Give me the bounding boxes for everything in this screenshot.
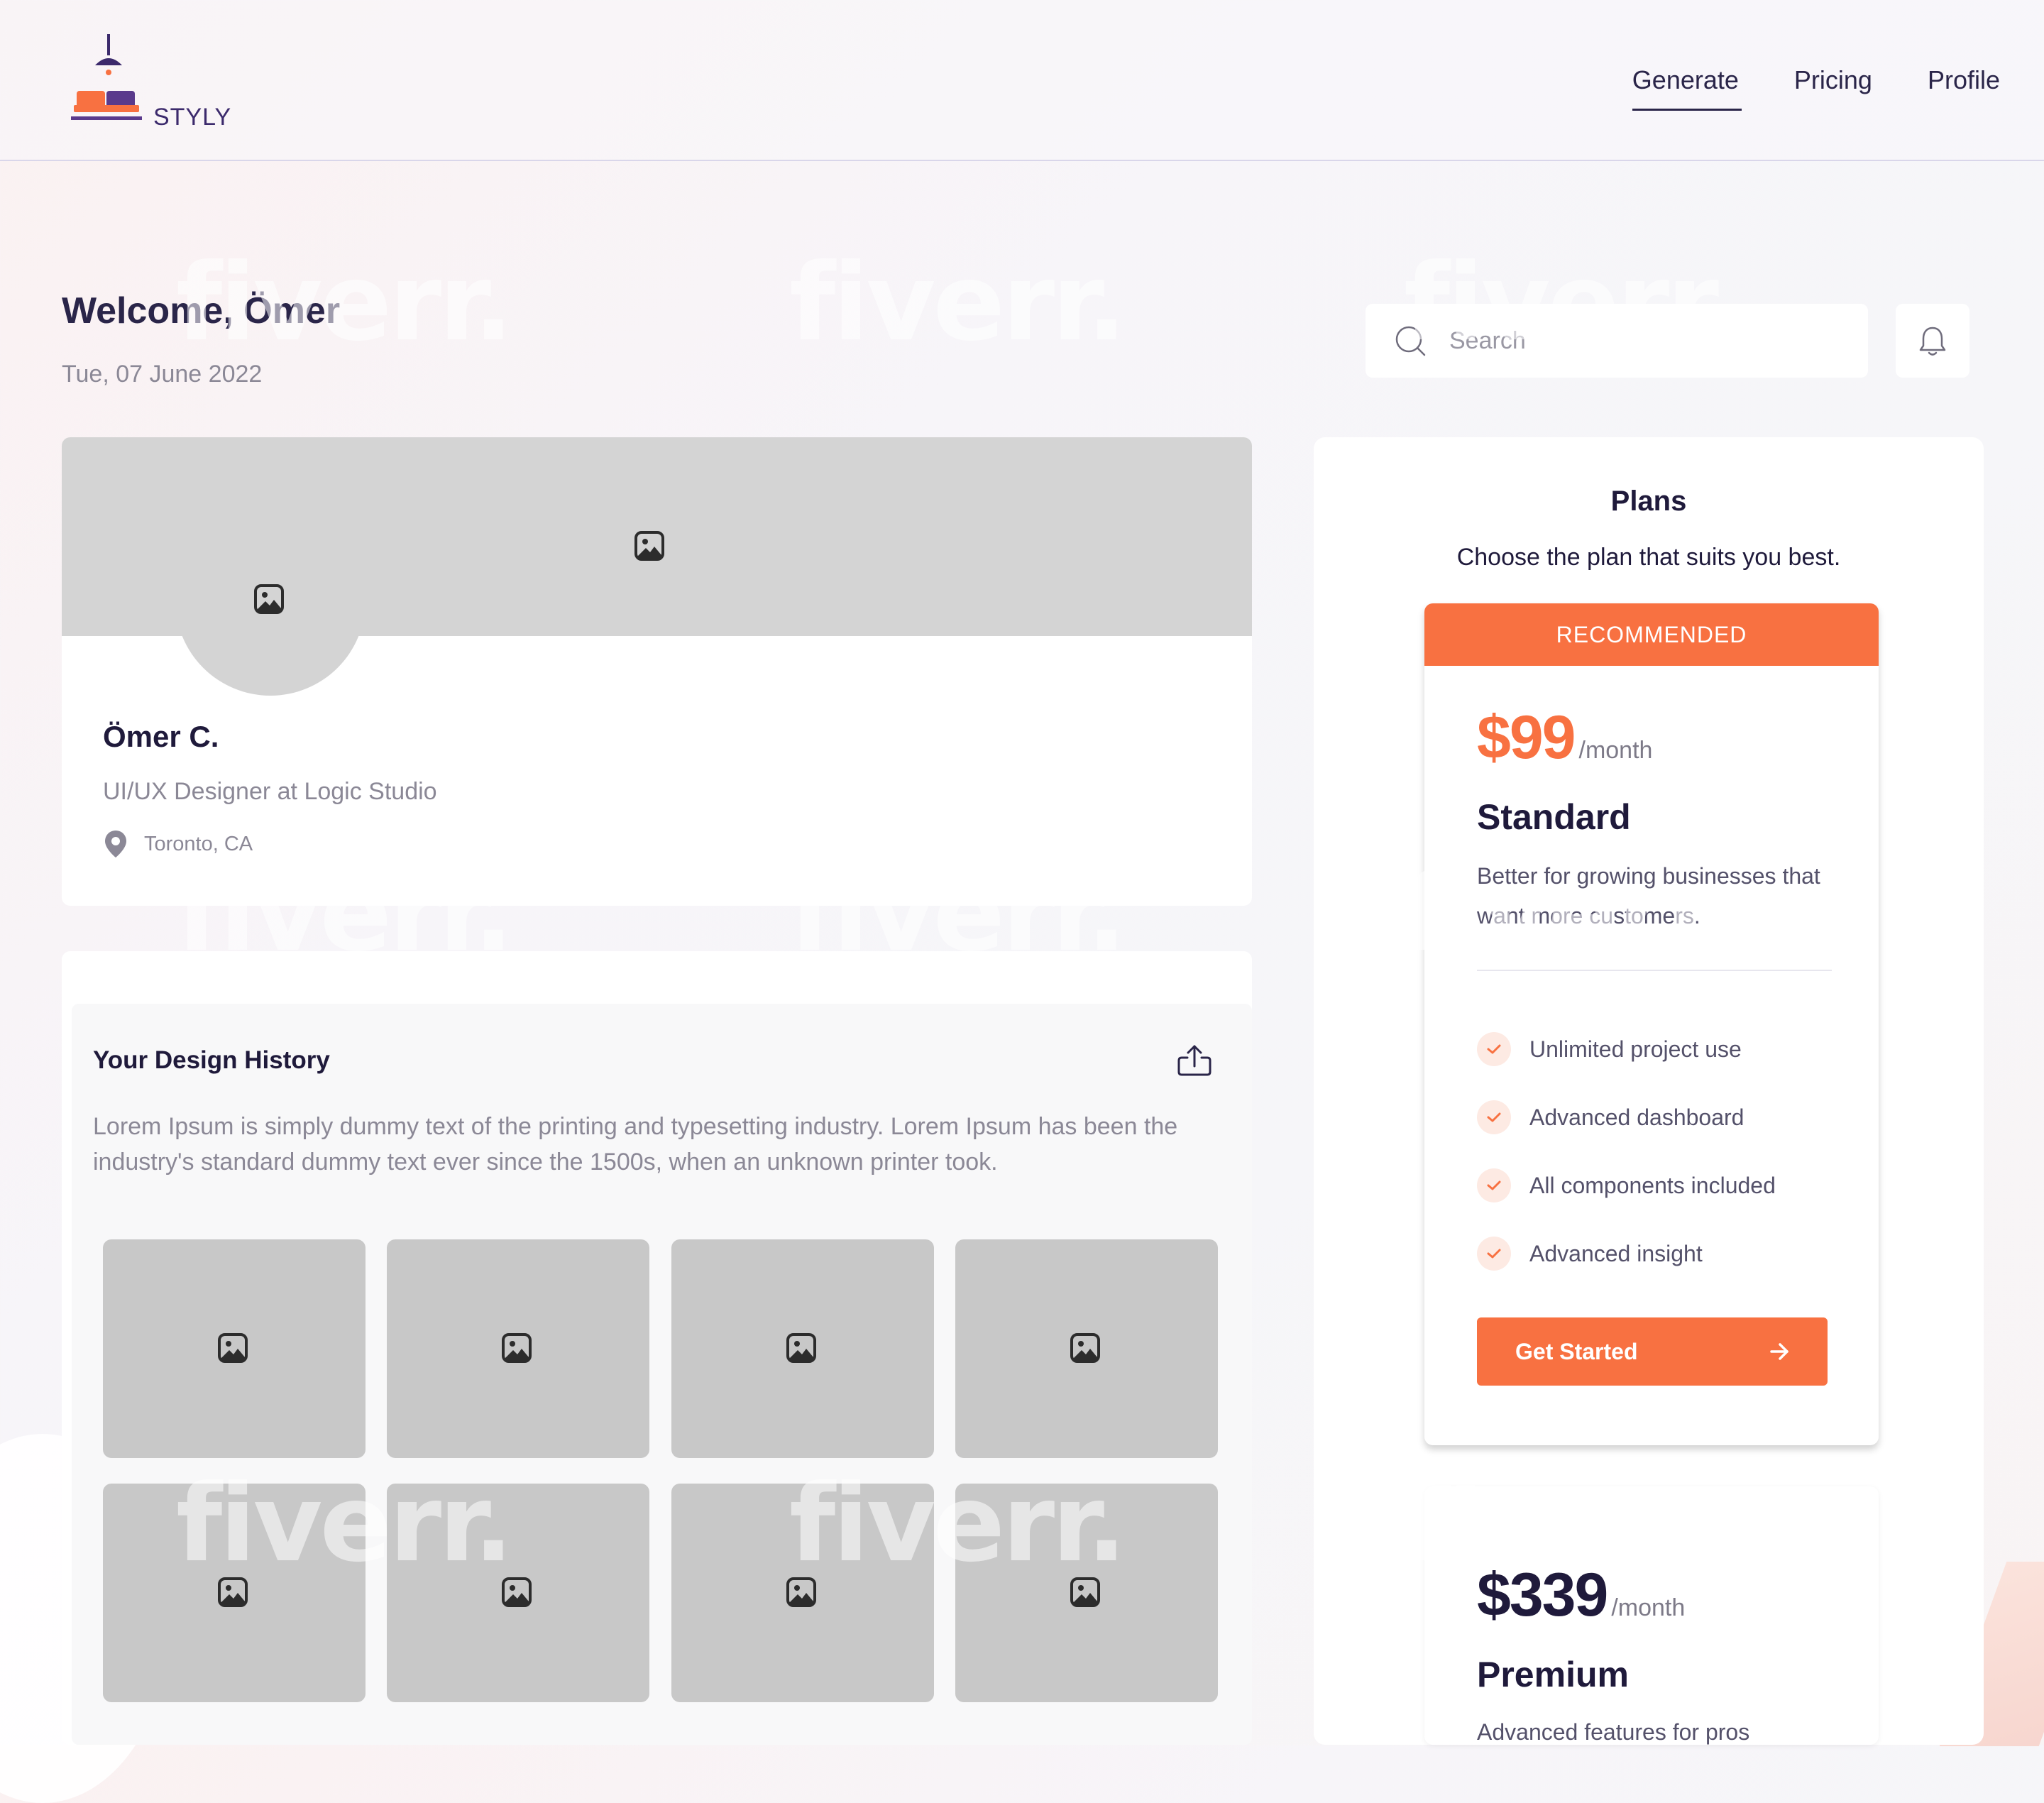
design-thumbnail[interactable] (387, 1484, 649, 1702)
premium-price: $339 (1477, 1561, 1608, 1629)
feature-label: Advanced insight (1529, 1240, 1703, 1266)
image-placeholder-icon (254, 584, 284, 614)
standard-price: $99 (1477, 703, 1576, 772)
get-started-button[interactable]: Get Started (1477, 1317, 1828, 1386)
get-started-label: Get Started (1515, 1338, 1638, 1364)
plans-panel: Plans Choose the plan that suits you bes… (1314, 437, 1984, 1745)
upload-icon[interactable] (1176, 1042, 1213, 1079)
map-pin-icon (105, 831, 126, 857)
feature-item: Advanced insight (1477, 1220, 1776, 1288)
logo-text: STYLY (153, 104, 232, 131)
design-thumbnail[interactable] (671, 1484, 934, 1702)
arrow-right-icon (1770, 1343, 1788, 1360)
feature-item: Unlimited project use (1477, 1015, 1776, 1083)
search-icon (1395, 326, 1426, 356)
avatar[interactable] (175, 505, 366, 696)
feature-label: Advanced dashboard (1529, 1104, 1744, 1130)
standard-plan-description: Better for growing businesses that want … (1477, 863, 1820, 928)
design-history-card: Your Design History Lorem Ipsum is simpl… (62, 951, 1252, 1745)
feature-label: All components included (1529, 1172, 1776, 1198)
image-placeholder-icon (1070, 1577, 1100, 1607)
nav-generate[interactable]: Generate (1632, 65, 1742, 111)
image-placeholder-icon (218, 1333, 248, 1363)
image-placeholder-icon (786, 1577, 816, 1607)
image-placeholder-icon (1070, 1333, 1100, 1363)
divider (1477, 970, 1832, 971)
image-placeholder-icon (502, 1577, 532, 1607)
premium-plan-name: Premium (1477, 1655, 1629, 1694)
image-placeholder-icon (218, 1577, 248, 1607)
feature-item: Advanced dashboard (1477, 1083, 1776, 1151)
bell-icon (1919, 327, 1946, 356)
page-title: Welcome, Ömer (62, 290, 341, 331)
profile-location: Toronto, CA (103, 829, 253, 859)
design-thumbnail[interactable] (387, 1239, 649, 1458)
design-thumbnail[interactable] (671, 1239, 934, 1458)
watermark: fiverr. (789, 241, 1127, 365)
feature-label: Unlimited project use (1529, 1036, 1742, 1062)
plans-title: Plans (1610, 486, 1687, 517)
profile-card: Ömer C. UI/UX Designer at Logic Studio T… (62, 437, 1252, 906)
location-text: Toronto, CA (144, 832, 253, 855)
nav-profile[interactable]: Profile (1928, 65, 2000, 95)
image-placeholder-icon (786, 1333, 816, 1363)
image-placeholder-icon (634, 531, 664, 561)
standard-period: /month (1578, 737, 1653, 764)
nav-pricing[interactable]: Pricing (1794, 65, 1872, 95)
check-icon (1477, 1032, 1511, 1066)
standard-plan-card: RECOMMENDED $99 /month Standard Better f… (1424, 603, 1879, 1445)
recommended-badge: RECOMMENDED (1424, 603, 1879, 666)
main-nav: Generate Pricing Profile (1632, 65, 2000, 111)
standard-plan-name: Standard (1477, 797, 1631, 837)
design-thumbnail[interactable] (955, 1484, 1218, 1702)
profile-role: UI/UX Designer at Logic Studio (103, 778, 437, 805)
image-placeholder-icon (502, 1333, 532, 1363)
notifications-button[interactable] (1896, 304, 1969, 378)
history-description: Lorem Ipsum is simply dummy text of the … (93, 1113, 1178, 1175)
premium-plan-card: $339 /month Premium Advanced features fo… (1424, 1486, 1879, 1745)
premium-price-row: $339 /month (1477, 1560, 1685, 1631)
feature-list: Unlimited project use Advanced dashboard… (1477, 1015, 1776, 1288)
plans-subtitle: Choose the plan that suits you best. (1456, 544, 1841, 571)
premium-plan-description: Advanced features for pros (1477, 1719, 1750, 1745)
check-icon (1477, 1100, 1511, 1134)
feature-item: All components included (1477, 1151, 1776, 1220)
premium-period: /month (1611, 1594, 1686, 1621)
top-header: STYLY Generate Pricing Profile (0, 0, 2044, 161)
current-date: Tue, 07 June 2022 (62, 361, 263, 388)
search-box (1366, 304, 1868, 378)
standard-price-row: $99 /month (1477, 703, 1652, 773)
search-input[interactable] (1448, 326, 1848, 356)
design-thumbnail[interactable] (955, 1239, 1218, 1458)
check-icon (1477, 1168, 1511, 1202)
check-icon (1477, 1237, 1511, 1271)
design-thumbnail[interactable] (103, 1239, 366, 1458)
profile-name: Ömer C. (103, 720, 219, 753)
history-title: Your Design History (93, 1046, 330, 1074)
design-thumbnail[interactable] (103, 1484, 366, 1702)
